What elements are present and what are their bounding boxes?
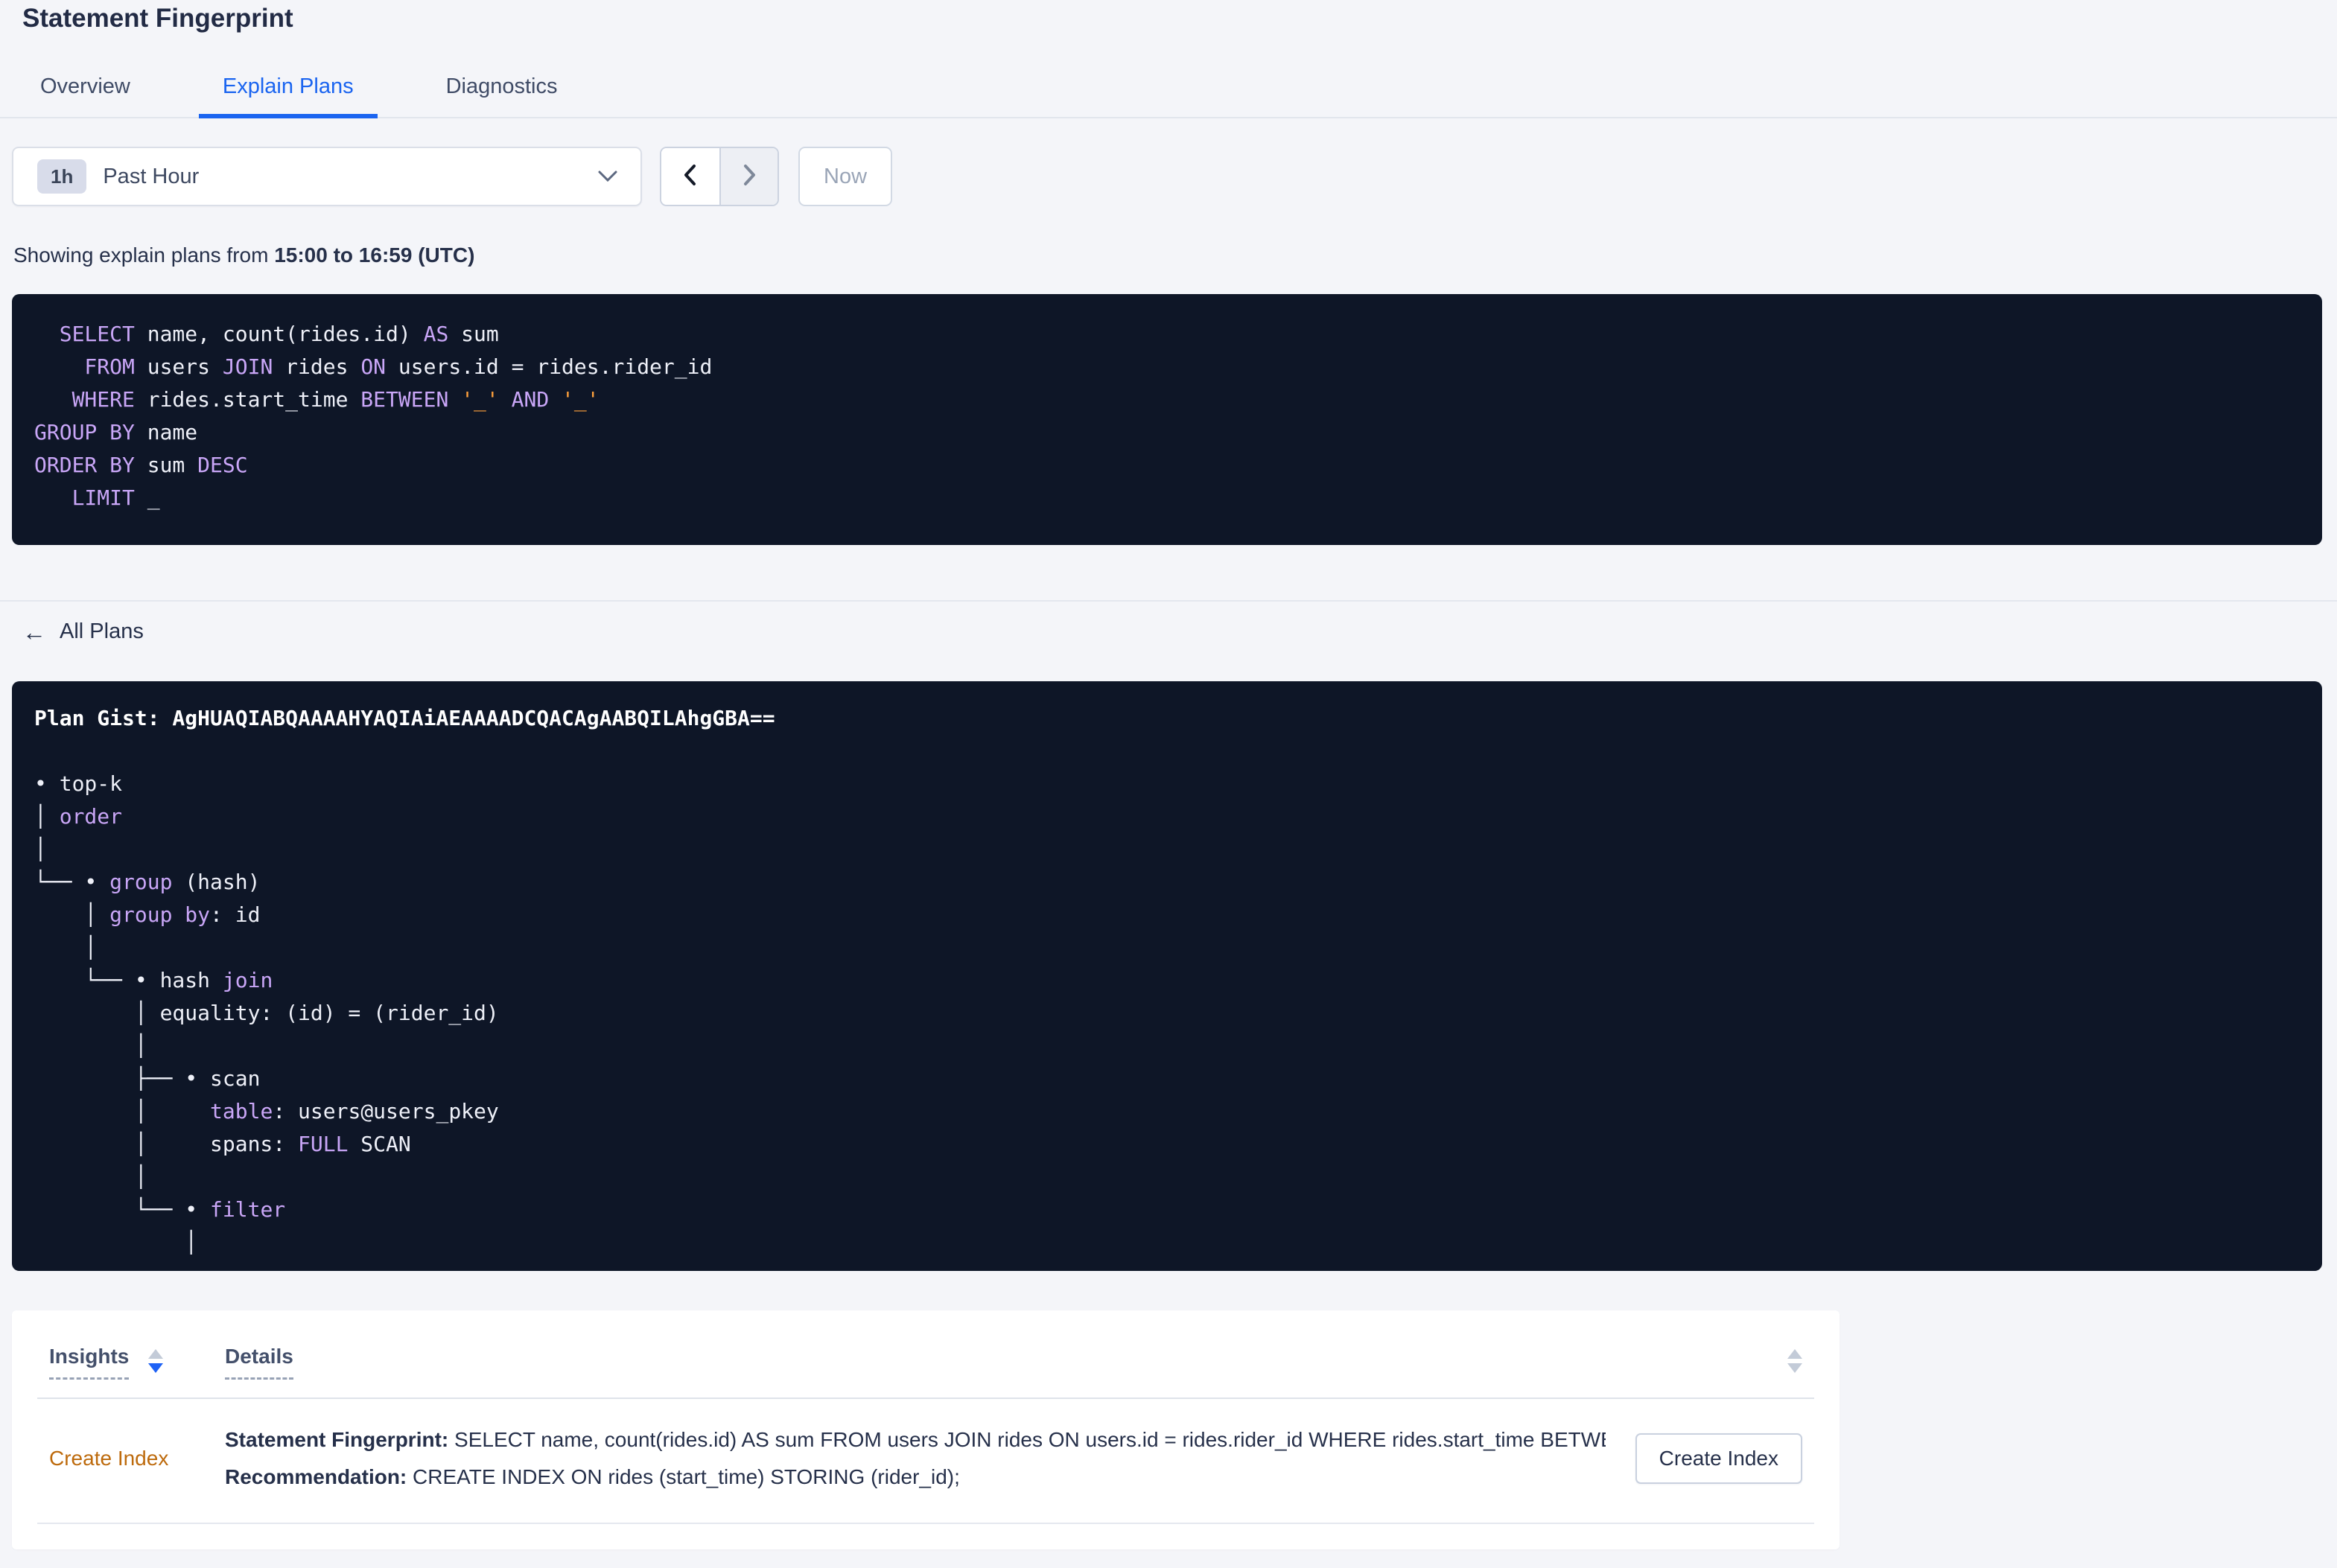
insight-details: Statement Fingerprint: SELECT name, coun… xyxy=(225,1421,1606,1496)
time-range-label: Past Hour xyxy=(103,164,200,188)
column-header-insights[interactable]: Insights xyxy=(49,1345,130,1380)
sql-statement-block: SELECT name, count(rides.id) AS sum FROM… xyxy=(12,294,2322,545)
create-index-button[interactable]: Create Index xyxy=(1635,1433,1802,1484)
tab-bar: Overview Explain Plans Diagnostics xyxy=(0,74,2337,118)
insights-table-header: Insights Details xyxy=(37,1310,1814,1399)
table-row: Create Index Statement Fingerprint: SELE… xyxy=(37,1399,1814,1524)
showing-range: 15:00 to 16:59 (UTC) xyxy=(274,243,475,267)
tab-overview[interactable]: Overview xyxy=(16,74,154,118)
time-controls: 1h Past Hour Now xyxy=(12,147,2325,206)
page-title: Statement Fingerprint xyxy=(22,4,293,33)
arrow-left-icon: ← xyxy=(22,618,46,646)
chevron-left-icon xyxy=(679,162,702,191)
all-plans-link[interactable]: ← All Plans xyxy=(22,619,144,644)
showing-prefix: Showing explain plans from xyxy=(13,243,275,267)
sort-icon-insights[interactable] xyxy=(148,1349,164,1373)
detail-statement-fingerprint: Statement Fingerprint: SELECT name, coun… xyxy=(225,1428,1606,1451)
section-divider xyxy=(0,600,2337,602)
tab-explain-plans[interactable]: Explain Plans xyxy=(198,74,378,118)
insight-type-label: Create Index xyxy=(49,1447,169,1470)
detail-recommendation: Recommendation: CREATE INDEX ON rides (s… xyxy=(225,1465,960,1488)
now-button[interactable]: Now xyxy=(798,147,893,206)
time-range-badge: 1h xyxy=(37,159,87,194)
chevron-down-icon xyxy=(597,170,618,183)
time-range-select[interactable]: 1h Past Hour xyxy=(12,147,642,206)
all-plans-label: All Plans xyxy=(60,619,144,643)
column-header-details[interactable]: Details xyxy=(225,1345,293,1380)
chevron-right-icon xyxy=(738,162,760,191)
tab-diagnostics[interactable]: Diagnostics xyxy=(422,74,582,118)
plan-gist-block: Plan Gist: AgHUAQIABQAAAAHYAQIAiAEAAAADC… xyxy=(12,681,2322,1271)
sort-icon-details[interactable] xyxy=(1787,1349,1802,1373)
showing-range-text: Showing explain plans from 15:00 to 16:5… xyxy=(13,243,2337,267)
prev-time-button[interactable] xyxy=(661,148,719,205)
next-time-button[interactable] xyxy=(719,148,778,205)
insights-card: Insights Details Create Index Statement … xyxy=(12,1310,1840,1549)
time-nav-group xyxy=(660,147,779,206)
